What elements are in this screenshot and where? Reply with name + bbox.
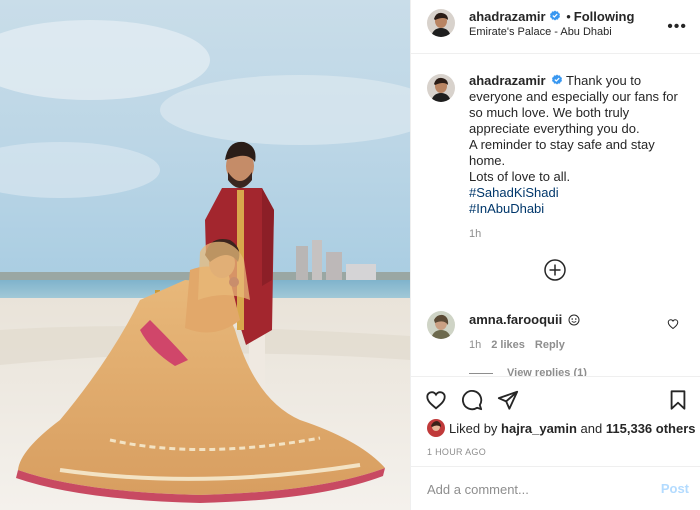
comment-input[interactable] xyxy=(427,479,637,499)
action-bar: Liked by hajra_yamin and 115,336 others … xyxy=(411,376,700,466)
hashtag-link[interactable]: #InAbuDhabi xyxy=(469,201,689,217)
replies-divider xyxy=(469,372,493,374)
heart-icon[interactable] xyxy=(425,389,447,411)
comment-heart-icon[interactable] xyxy=(667,318,679,330)
more-options-icon[interactable]: ••• xyxy=(667,18,687,36)
caption-text-3: Lots of love to all. xyxy=(469,169,571,184)
caption-username[interactable]: ahadrazamir xyxy=(469,73,546,88)
comment-meta: 1h 2 likes Reply xyxy=(469,339,575,351)
likes-and: and xyxy=(580,421,603,436)
wedding-photo-image xyxy=(0,0,410,510)
comment-likes[interactable]: 2 likes xyxy=(491,339,525,351)
comment-text: amna.farooquii xyxy=(469,312,580,327)
post-photo[interactable] xyxy=(0,0,410,510)
header-line: ahadrazamir • Following xyxy=(469,9,634,24)
share-icon[interactable] xyxy=(497,389,519,411)
comment-bar: Post xyxy=(411,466,700,510)
commenter-avatar[interactable] xyxy=(427,311,455,339)
comment-username[interactable]: amna.farooquii xyxy=(469,312,562,327)
following-button[interactable]: Following xyxy=(574,9,635,24)
liked-by-prefix: Liked by xyxy=(449,421,498,436)
likes-count[interactable]: 115,336 others xyxy=(606,421,696,436)
comment-icon[interactable] xyxy=(461,389,483,411)
hashtag-link[interactable]: #SahadKiShadi xyxy=(469,185,689,201)
comments-area[interactable]: ahadrazamir Thank you to everyone and es… xyxy=(411,54,700,376)
location-link[interactable]: Emirate's Palace - Abu Dhabi xyxy=(469,26,612,38)
bookmark-icon[interactable] xyxy=(667,389,689,411)
post-side-panel: ahadrazamir • Following Emirate's Palace … xyxy=(410,0,700,510)
post-header: ahadrazamir • Following Emirate's Palace … xyxy=(411,0,700,54)
liker-username[interactable]: hajra_yamin xyxy=(501,421,577,436)
post-caption: ahadrazamir Thank you to everyone and es… xyxy=(469,73,689,217)
author-avatar[interactable] xyxy=(427,9,455,37)
comment-time: 1h xyxy=(469,339,482,351)
add-icon[interactable] xyxy=(544,259,566,281)
verified-badge-icon xyxy=(549,10,560,21)
author-username[interactable]: ahadrazamir xyxy=(469,9,546,24)
reply-button[interactable]: Reply xyxy=(535,339,565,351)
caption-author-avatar[interactable] xyxy=(427,74,455,102)
verified-badge-icon xyxy=(551,74,562,85)
separator-dot: • xyxy=(566,9,571,24)
view-replies-link[interactable]: View replies (1) xyxy=(469,367,587,376)
post-button[interactable]: Post xyxy=(661,481,689,496)
post-timestamp[interactable]: 1 HOUR AGO xyxy=(427,447,486,457)
instagram-post: ahadrazamir • Following Emirate's Palace … xyxy=(0,0,700,510)
likes-summary: Liked by hajra_yamin and 115,336 others xyxy=(427,419,696,437)
caption-time: 1h xyxy=(469,228,482,240)
liker-avatar[interactable] xyxy=(427,419,445,437)
view-replies-label[interactable]: View replies (1) xyxy=(507,367,587,376)
caption-text-2: A reminder to stay safe and stay home. xyxy=(469,137,655,168)
smiley-icon xyxy=(568,314,580,326)
